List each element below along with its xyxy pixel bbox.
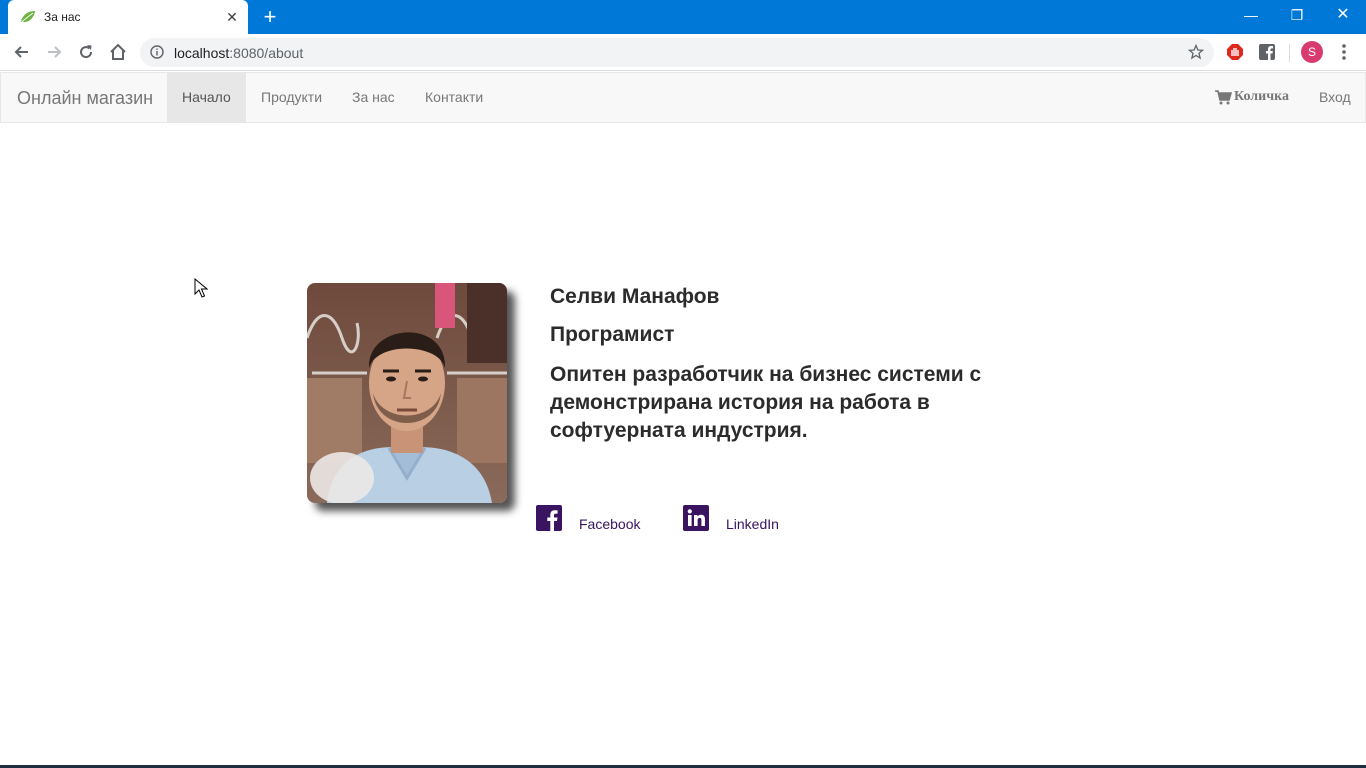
close-window-icon[interactable]: ✕ [1320,0,1366,30]
bookmark-star-icon[interactable] [1188,44,1204,60]
cart-link[interactable]: Количка [1215,89,1289,105]
forward-arrow-icon[interactable] [44,42,64,62]
toolbar-divider [1289,44,1290,62]
back-arrow-icon[interactable] [12,42,32,62]
facebook-extension-icon[interactable] [1258,43,1276,61]
tab-close-icon[interactable]: ✕ [224,9,240,25]
linkedin-icon[interactable] [683,505,709,531]
leaf-favicon-icon [21,11,35,23]
cart-label: Количка [1234,89,1289,104]
person-role: Програмист [550,323,675,346]
mouse-pointer-icon [194,278,208,298]
site-brand[interactable]: Онлайн магазин [17,88,153,109]
browser-tab-active[interactable]: За нас ✕ [8,0,248,34]
facebook-link[interactable]: Facebook [579,516,640,532]
new-tab-icon[interactable]: + [259,6,281,28]
reload-icon[interactable] [76,42,96,62]
tab-title: За нас [44,10,81,24]
person-description: Опитен разработчик на бизнес системи с д… [550,363,982,442]
browser-toolbar: localhost:8080/about S [0,34,1366,71]
profile-avatar[interactable]: S [1301,41,1323,63]
shopping-cart-icon [1215,89,1232,104]
login-link[interactable]: Вход [1319,89,1351,105]
nav-item-home[interactable]: Начало [167,73,246,122]
browser-titlebar: За нас ✕ + — ❐ ✕ [0,0,1366,34]
nav-item-contacts[interactable]: Контакти [410,73,498,122]
nav-item-products[interactable]: Продукти [246,73,337,122]
profile-photo [307,283,507,503]
facebook-icon[interactable] [536,505,562,531]
restore-icon[interactable]: ❐ [1274,0,1320,30]
browser-menu-icon[interactable] [1336,42,1352,62]
person-name: Селви Манафов [550,285,720,308]
adblock-extension-icon[interactable] [1226,43,1244,61]
minimize-icon[interactable]: — [1228,0,1274,30]
home-icon[interactable] [108,42,128,62]
site-navbar: Онлайн магазин Начало Продукти За нас Ко… [0,72,1366,123]
address-bar[interactable]: localhost:8080/about [140,38,1214,67]
linkedin-link[interactable]: LinkedIn [726,516,779,532]
site-info-icon[interactable] [150,45,164,59]
nav-item-about[interactable]: За нас [337,73,410,122]
url-text: localhost:8080/about [174,45,304,61]
